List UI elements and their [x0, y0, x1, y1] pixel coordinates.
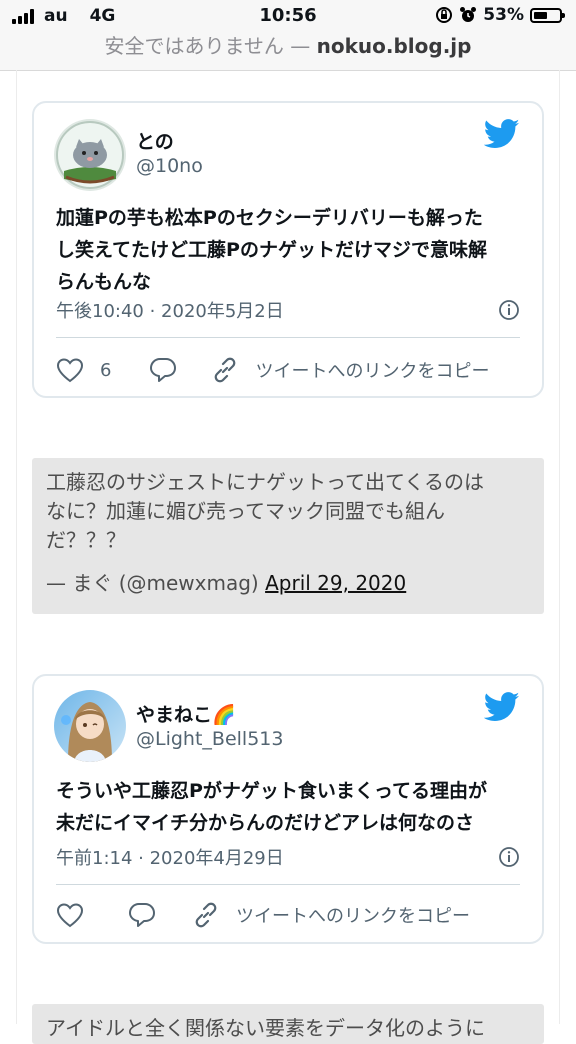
link-icon — [215, 357, 236, 383]
tweet-text: 加蓮Pの芋も松本Pのセクシーデリバリーも解った し笑えてたけど工藤Pのナゲットだ… — [56, 202, 526, 298]
quote-text-line: アイドルと全く関係ない要素をデータ化のように — [46, 1016, 485, 1040]
tweet-text-line: 未だにイマイチ分からんのだけどアレは何なのさ — [56, 812, 475, 834]
tweet-text-line: 加蓮Pの芋も松本Pのセクシーデリバリーも解った — [56, 207, 483, 229]
status-right: 53% — [435, 5, 565, 25]
like-button[interactable] — [56, 902, 84, 928]
tweet-divider — [56, 337, 520, 338]
page-edge-left — [16, 70, 17, 1024]
avatar[interactable] — [54, 119, 126, 191]
status-bar: au 4G 10:56 53% — [0, 0, 576, 32]
reply-icon — [129, 903, 155, 927]
tweet-text: そういや工藤忍Pがナゲット食いまくってる理由が 未だにイマイチ分からんのだけどア… — [56, 775, 526, 839]
page-edge-right — [559, 70, 560, 1024]
tweet-author-name[interactable]: やまねこ🌈 — [136, 700, 236, 727]
link-icon — [195, 902, 217, 928]
twitter-bird-icon[interactable] — [484, 692, 520, 722]
heart-icon — [56, 358, 84, 383]
reply-icon — [150, 358, 177, 382]
avatar[interactable] — [54, 690, 126, 762]
embedded-tweet-quote: 工藤忍のサジェストにナゲットって出てくるのは なに？加蓮に媚び売ってマック同盟で… — [32, 458, 544, 614]
reply-button[interactable] — [149, 356, 177, 384]
tweet-card[interactable]: やまねこ🌈 @Light_Bell513 そういや工藤忍Pがナゲット食いまくって… — [32, 674, 544, 944]
alarm-icon — [460, 7, 477, 22]
tweet-timestamp[interactable]: 午後10:40 · 2020年5月2日 — [56, 297, 284, 323]
copy-link-label: ツイートへのリンクをコピー — [236, 906, 470, 927]
quote-text: アイドルと全く関係ない要素をデータ化のように — [46, 1014, 530, 1043]
quote-author: — まぐ (@mewxmag) — [46, 571, 259, 595]
quote-text-line: 工藤忍のサジェストにナゲットって出てくるのは — [46, 470, 484, 494]
tweet-author-handle[interactable]: @10no — [136, 155, 203, 177]
quote-attribution: — まぐ (@mewxmag) April 29, 2020 — [46, 569, 530, 597]
embedded-tweet-quote: アイドルと全く関係ない要素をデータ化のように — [32, 1004, 544, 1044]
address-bar[interactable]: 安全ではありません — nokuo.blog.jp — [0, 32, 576, 71]
quote-text-line: だ？？？ — [46, 528, 126, 552]
tweet-actions: ツイートへのリンクをコピー — [56, 898, 520, 932]
tweet-author-handle[interactable]: @Light_Bell513 — [136, 728, 283, 750]
tweet-text-line: し笑えてたけど工藤Pのナゲットだけマジで意味解 — [56, 239, 487, 261]
tweet-divider — [56, 884, 520, 885]
quote-text: 工藤忍のサジェストにナゲットって出てくるのは なに？加蓮に媚び売ってマック同盟で… — [46, 468, 530, 555]
battery-icon — [530, 7, 565, 23]
info-icon[interactable] — [498, 846, 520, 868]
like-button[interactable]: 6 — [56, 357, 111, 383]
reply-button[interactable] — [128, 901, 156, 929]
info-icon[interactable] — [498, 299, 520, 321]
like-count: 6 — [100, 359, 112, 381]
tweet-text-line: そういや工藤忍Pがナゲット食いまくってる理由が — [56, 780, 487, 802]
quote-date-link[interactable]: April 29, 2020 — [265, 571, 406, 595]
copy-link-label: ツイートへのリンクをコピー — [255, 361, 490, 382]
copy-link-button[interactable]: ツイートへのリンクをコピー — [211, 356, 489, 384]
orientation-lock-icon — [436, 7, 453, 23]
avatar-image — [54, 690, 126, 762]
insecure-warning: 安全ではありません — — [104, 34, 311, 58]
tweet-card[interactable]: との @10no 加蓮Pの芋も松本Pのセクシーデリバリーも解った し笑えてたけど… — [32, 101, 544, 398]
url-domain: nokuo.blog.jp — [316, 34, 472, 58]
twitter-bird-icon[interactable] — [484, 119, 520, 149]
avatar-image — [54, 119, 126, 191]
quote-text-line: なに？加蓮に媚び売ってマック同盟でも組ん — [46, 499, 445, 523]
tweet-author-name[interactable]: との — [136, 127, 174, 154]
tweet-timestamp[interactable]: 午前1:14 · 2020年4月29日 — [56, 844, 284, 870]
tweet-text-line: らんもんな — [56, 271, 152, 293]
tweet-actions: 6 ツイートへのリンクをコピー — [56, 353, 520, 387]
heart-icon — [56, 903, 84, 928]
battery-percent: 53% — [483, 5, 524, 25]
copy-link-button[interactable]: ツイートへのリンクをコピー — [192, 901, 470, 929]
